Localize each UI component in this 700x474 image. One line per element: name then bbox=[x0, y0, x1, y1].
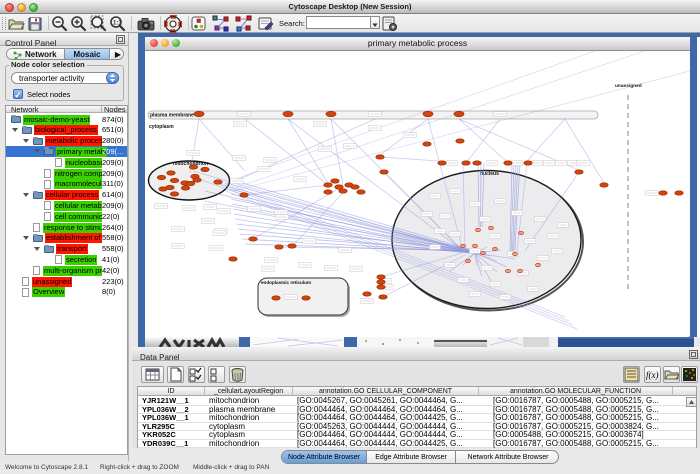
svg-text:endoplasmic reticulum: endoplasmic reticulum bbox=[261, 280, 311, 285]
svg-text:unassigned: unassigned bbox=[615, 83, 642, 89]
svg-text:plasma membrane: plasma membrane bbox=[150, 113, 194, 119]
svg-text:1:1: 1:1 bbox=[113, 21, 122, 27]
svg-text:f(x): f(x) bbox=[646, 370, 659, 380]
svg-text:cytoplasm: cytoplasm bbox=[149, 124, 174, 130]
svg-text:nucleus: nucleus bbox=[480, 171, 499, 177]
